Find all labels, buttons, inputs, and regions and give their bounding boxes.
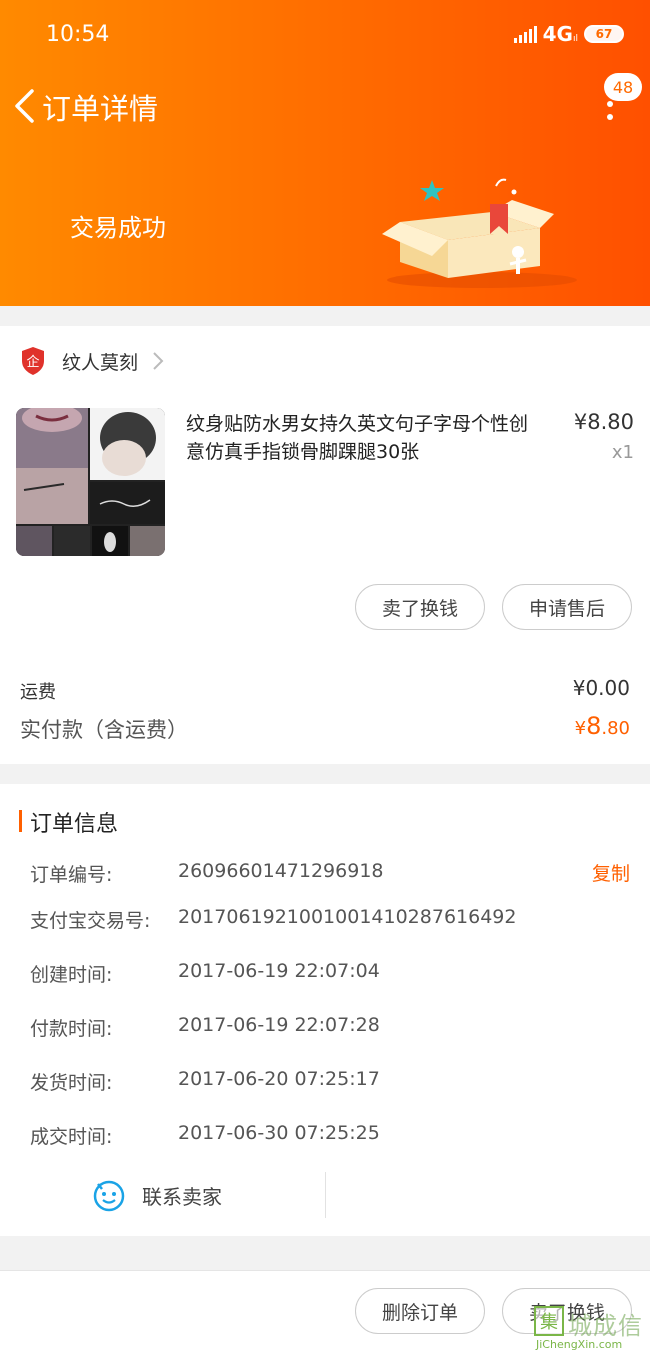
paid-time-value: 2017-06-19 22:07:28	[178, 1014, 380, 1036]
order-status-header: 10:54 4Gıl 67 订单详情 48 交易成功	[0, 0, 650, 306]
shipped-time-label: 发货时间:	[30, 1072, 113, 1094]
watermark-url: JiChengXin.com	[536, 1338, 623, 1351]
after-sales-button[interactable]: 申请售后	[502, 584, 632, 630]
contact-seller-button[interactable]: 联系卖家	[92, 1178, 222, 1212]
message-count-badge[interactable]: 48	[604, 73, 642, 101]
shop-name: 纹人莫刻	[62, 351, 139, 374]
shipping-fee-value: ¥0.00	[572, 676, 630, 700]
product-thumbnail[interactable]	[16, 408, 165, 556]
alipay-trade-value: 2017061921001001410287616492	[178, 906, 517, 928]
signal-icon	[513, 25, 537, 43]
watermark-text: 城成信	[568, 1312, 643, 1340]
product-price: ¥8.80	[573, 410, 634, 434]
completed-time-label: 成交时间:	[30, 1126, 113, 1148]
open-box-illustration	[382, 178, 577, 288]
status-time: 10:54	[46, 22, 110, 47]
chat-face-icon	[93, 1180, 125, 1212]
product-title[interactable]: 纹身贴防水男女持久英文句子字母个性创意仿真手指锁骨脚踝腿30张	[186, 410, 546, 466]
shop-link[interactable]: 企 纹人莫刻	[20, 346, 164, 376]
shop-badge-icon: 企	[22, 347, 44, 375]
sell-item-button[interactable]: 卖了换钱	[355, 584, 485, 630]
order-info-card: 订单信息 订单编号: 26096601471296918 复制 支付宝交易号: …	[0, 784, 650, 1236]
watermark-logo: 集	[534, 1306, 564, 1336]
back-icon[interactable]	[12, 88, 38, 124]
shipped-time-value: 2017-06-20 07:25:17	[178, 1068, 380, 1090]
amount-paid-label: 实付款（含运费）	[20, 718, 188, 742]
amount-paid-value: ¥8.80	[574, 712, 630, 740]
delete-order-button[interactable]: 删除订单	[355, 1288, 485, 1334]
shipping-fee-label: 运费	[20, 682, 56, 703]
copy-order-number-button[interactable]: 复制	[592, 859, 630, 886]
page-title: 订单详情	[42, 92, 159, 126]
svg-text:企: 企	[26, 354, 39, 370]
product-card: 企 纹人莫刻 纹身贴防水男女持久英文句子字母个性创意仿真手指锁骨脚踝腿30张 ¥…	[0, 326, 650, 764]
created-time-label: 创建时间:	[30, 964, 113, 986]
battery-icon: 67	[584, 25, 624, 43]
chevron-right-icon	[153, 352, 164, 370]
order-number-value: 26096601471296918	[178, 860, 384, 882]
created-time-value: 2017-06-19 22:07:04	[178, 960, 380, 982]
order-info-title: 订单信息	[30, 812, 119, 837]
site-watermark: 集 城成信 JiChengXin.com	[534, 1306, 650, 1352]
product-quantity: x1	[611, 442, 634, 463]
status-indicators: 4Gıl 67	[513, 22, 624, 46]
contact-seller-label: 联系卖家	[142, 1184, 222, 1209]
completed-time-value: 2017-06-30 07:25:25	[178, 1122, 380, 1144]
order-number-label: 订单编号:	[30, 864, 113, 886]
divider	[325, 1172, 326, 1218]
order-status-text: 交易成功	[70, 214, 166, 242]
section-accent-bar	[19, 810, 22, 832]
more-icon[interactable]	[604, 98, 616, 124]
paid-time-label: 付款时间:	[30, 1018, 113, 1040]
network-type: 4Gıl	[542, 22, 578, 46]
alipay-trade-label: 支付宝交易号:	[30, 910, 151, 932]
